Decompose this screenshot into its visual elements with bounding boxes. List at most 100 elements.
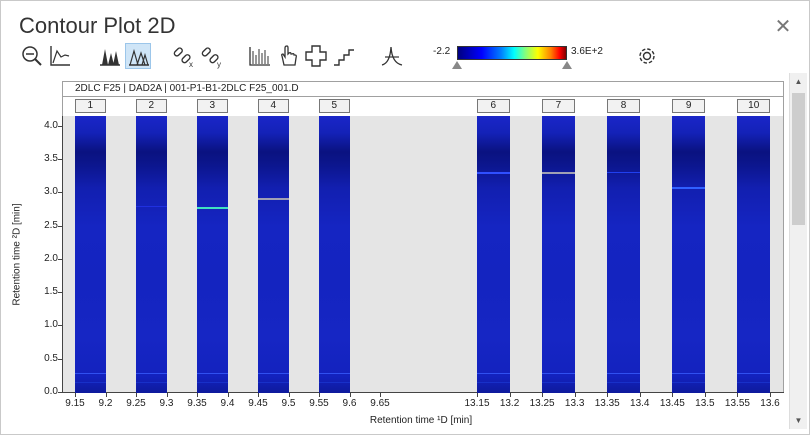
x-tick-label: 13.45 <box>659 398 685 409</box>
scroll-down-icon[interactable]: ▼ <box>790 412 807 429</box>
heatmap-column-10[interactable] <box>737 116 770 393</box>
y-tick-label: 0.0 <box>44 386 58 397</box>
y-axis <box>62 116 63 393</box>
x-tick-label: 13.15 <box>464 398 490 409</box>
x-tick-mark <box>75 393 76 397</box>
heatmap-column-5[interactable] <box>319 116 350 393</box>
x-tick-label: 13.25 <box>529 398 555 409</box>
baseline-band <box>258 373 289 375</box>
x-tick-mark <box>197 393 198 397</box>
link-x-icon[interactable]: x <box>171 43 197 69</box>
x-tick-label: 9.6 <box>342 398 357 409</box>
peak-line-6[interactable] <box>477 171 510 174</box>
axes-icon[interactable] <box>47 43 73 69</box>
x-tick-label: 13.4 <box>630 398 650 409</box>
hand-pan-icon[interactable] <box>275 43 301 69</box>
crosshair-icon[interactable] <box>303 43 329 69</box>
y-tick-mark <box>58 358 62 360</box>
x-tick-mark <box>105 393 107 397</box>
x-tick-mark <box>509 393 511 397</box>
x-tick-label: 13.5 <box>695 398 715 409</box>
column-header-5[interactable]: 5 <box>319 99 350 113</box>
heatmap-column-2[interactable] <box>136 116 167 393</box>
peak-shape-icon[interactable] <box>379 43 405 69</box>
baseline-band <box>542 373 575 375</box>
x-tick-label: 9.3 <box>159 398 174 409</box>
baseline-band <box>197 382 228 384</box>
heatmap-column-6[interactable] <box>477 116 510 393</box>
column-header-2[interactable]: 2 <box>136 99 167 113</box>
baseline-band <box>607 373 640 375</box>
peak-line-8[interactable] <box>607 171 640 173</box>
column-header-4[interactable]: 4 <box>258 99 289 113</box>
y-axis-label: Retention time ²D [min] <box>11 203 23 306</box>
x-tick-mark <box>227 393 229 397</box>
column-header-10[interactable]: 10 <box>737 99 770 113</box>
step-icon[interactable] <box>331 43 357 69</box>
baseline-band <box>542 382 575 384</box>
vertical-scrollbar[interactable]: ▲ ▼ <box>789 73 807 429</box>
scroll-thumb[interactable] <box>792 93 805 225</box>
x-tick-mark <box>770 393 771 397</box>
peak-line-4[interactable] <box>258 198 289 201</box>
x-tick-mark <box>672 393 674 397</box>
close-icon[interactable]: ✕ <box>773 17 793 37</box>
baseline-band <box>737 373 770 375</box>
x-tick-mark <box>258 393 259 397</box>
x-tick-label: 9.55 <box>309 398 329 409</box>
x-tick-mark <box>639 393 641 397</box>
x-tick-mark <box>737 393 739 397</box>
heatmap-column-8[interactable] <box>607 116 640 393</box>
baseline-band <box>258 382 289 384</box>
y-tick-mark <box>58 325 62 327</box>
x-tick-label: 9.35 <box>187 398 207 409</box>
window-title: Contour Plot 2D <box>19 13 176 38</box>
svg-text:x: x <box>189 60 193 69</box>
x-tick-mark <box>477 393 478 397</box>
heatmap-column-7[interactable] <box>542 116 575 393</box>
heatmap-column-4[interactable] <box>258 116 289 393</box>
y-tick-label: 3.5 <box>44 153 58 165</box>
gear-icon[interactable] <box>634 43 660 69</box>
peaks-icon[interactable] <box>97 43 123 69</box>
baseline-band <box>75 373 106 375</box>
column-header-7[interactable]: 7 <box>542 99 575 113</box>
colorbar-high-slider[interactable] <box>562 61 572 69</box>
column-header-6[interactable]: 6 <box>477 99 510 113</box>
baseline-band <box>672 373 705 375</box>
x-tick-label: 13.35 <box>594 398 620 409</box>
x-tick-mark <box>319 393 320 397</box>
peaks-contour-icon[interactable] <box>125 43 151 69</box>
heatmap-column-9[interactable] <box>672 116 705 393</box>
x-tick-mark <box>136 393 137 397</box>
zoom-out-icon[interactable] <box>19 43 45 69</box>
link-y-icon[interactable]: y <box>199 43 225 69</box>
x-tick-label: 9.2 <box>98 398 113 409</box>
column-header-9[interactable]: 9 <box>672 99 705 113</box>
x-tick-label: 9.4 <box>220 398 235 409</box>
colorbar-low-slider[interactable] <box>452 61 462 69</box>
heatmap-column-1[interactable] <box>75 116 106 393</box>
column-header-3[interactable]: 3 <box>197 99 228 113</box>
x-tick-mark <box>607 393 609 397</box>
x-tick-label: 9.65 <box>370 398 390 409</box>
baseline-band <box>672 382 705 384</box>
peak-line-9[interactable] <box>672 186 705 189</box>
scroll-up-icon[interactable]: ▲ <box>790 73 807 90</box>
baseline-band <box>477 373 510 375</box>
y-tick-mark <box>58 159 62 161</box>
peak-line-3[interactable] <box>197 207 228 210</box>
y-tick-mark <box>58 225 62 227</box>
baseline-band <box>477 382 510 384</box>
column-header-1[interactable]: 1 <box>75 99 106 113</box>
peak-line-2[interactable] <box>136 206 167 208</box>
column-header-8[interactable]: 8 <box>607 99 640 113</box>
x-tick-label: 13.2 <box>499 398 520 409</box>
x-tick-mark <box>704 393 706 397</box>
peak-line-7[interactable] <box>542 171 575 174</box>
heatmap-column-3[interactable] <box>197 116 228 393</box>
x-tick-label: 9.45 <box>248 398 268 409</box>
colorbar <box>457 46 567 60</box>
y-tick-mark <box>58 192 62 194</box>
bar-chart-icon[interactable] <box>247 43 273 69</box>
